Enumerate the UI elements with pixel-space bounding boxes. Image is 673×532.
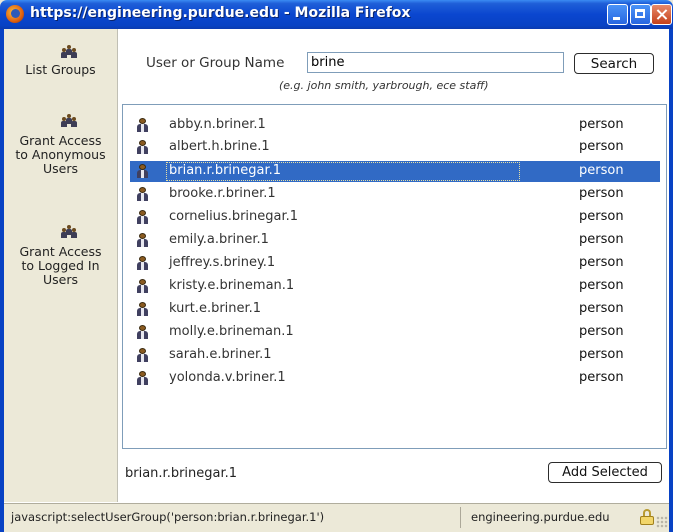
status-text: javascript:selectUserGroup('person:brian… <box>11 510 325 524</box>
add-selected-button[interactable]: Add Selected <box>548 462 662 483</box>
sidebar-item-label: Grant Access to Logged In Users <box>19 244 102 287</box>
list-item-type: person <box>579 255 624 270</box>
list-item-type: person <box>579 186 624 201</box>
list-item-name: brooke.r.briner.1 <box>169 186 276 201</box>
user-icon <box>137 279 148 294</box>
search-label: User or Group Name <box>146 55 285 71</box>
sidebar: List Groups Grant Access to Anonymous Us… <box>4 29 118 502</box>
list-item[interactable]: jeffrey.s.briney.1 person <box>130 253 660 274</box>
list-item-name: sarah.e.briner.1 <box>169 347 272 362</box>
window-title: https://engineering.purdue.edu - Mozilla… <box>30 5 411 21</box>
people-group-icon <box>53 225 77 239</box>
list-item-type: person <box>579 324 624 339</box>
title-bar[interactable]: https://engineering.purdue.edu - Mozilla… <box>0 0 673 29</box>
window-frame-right <box>669 29 673 532</box>
sidebar-item-grant-logged-in[interactable]: Grant Access to Logged In Users <box>4 225 117 287</box>
selected-value: brian.r.brinegar.1 <box>125 466 238 481</box>
list-item-type: person <box>579 370 624 385</box>
search-input[interactable] <box>307 52 564 73</box>
search-hint: (e.g. john smith, yarbrough, ece staff) <box>279 79 489 92</box>
user-icon <box>137 210 148 225</box>
list-item-type: person <box>579 301 624 316</box>
user-icon <box>137 325 148 340</box>
lock-icon[interactable] <box>640 509 654 525</box>
people-group-icon <box>53 114 77 128</box>
user-icon <box>137 118 148 133</box>
list-item[interactable]: abby.n.briner.1 person <box>130 115 660 136</box>
list-item-name: brian.r.brinegar.1 <box>166 162 520 181</box>
status-separator <box>460 507 461 528</box>
sidebar-item-label: Grant Access to Anonymous Users <box>15 133 106 176</box>
list-item[interactable]: yolonda.v.briner.1 person <box>130 368 660 389</box>
list-item[interactable]: kristy.e.brineman.1 person <box>130 276 660 297</box>
minimize-button[interactable] <box>607 4 628 25</box>
user-icon <box>137 348 148 363</box>
sidebar-item-grant-anonymous[interactable]: Grant Access to Anonymous Users <box>4 114 117 176</box>
list-item[interactable]: cornelius.brinegar.1 person <box>130 207 660 228</box>
list-item-name: kurt.e.briner.1 <box>169 301 262 316</box>
firefox-icon <box>6 5 24 23</box>
resize-grip-icon[interactable] <box>656 516 668 528</box>
list-item[interactable]: sarah.e.briner.1 person <box>130 345 660 366</box>
user-icon <box>137 302 148 317</box>
user-icon <box>137 164 148 179</box>
list-item[interactable]: albert.h.brine.1 person <box>130 137 660 158</box>
list-item-type: person <box>579 232 624 247</box>
list-item-name: emily.a.briner.1 <box>169 232 269 247</box>
close-button[interactable] <box>651 4 672 25</box>
list-item-name: albert.h.brine.1 <box>169 139 270 154</box>
list-item-name: kristy.e.brineman.1 <box>169 278 295 293</box>
list-item[interactable]: brooke.r.briner.1 person <box>130 184 660 205</box>
user-icon <box>137 233 148 248</box>
list-item[interactable]: kurt.e.briner.1 person <box>130 299 660 320</box>
user-icon <box>137 256 148 271</box>
sidebar-item-list-groups[interactable]: List Groups <box>4 45 117 77</box>
list-item-type: person <box>579 117 624 132</box>
sidebar-item-label: List Groups <box>25 62 96 77</box>
list-item-name: molly.e.brineman.1 <box>169 324 294 339</box>
results-list[interactable]: abby.n.briner.1 person albert.h.brine.1 … <box>122 104 667 449</box>
maximize-button[interactable] <box>630 4 651 25</box>
list-item-type: person <box>579 278 624 293</box>
user-icon <box>137 187 148 202</box>
list-item[interactable]: emily.a.briner.1 person <box>130 230 660 251</box>
list-item[interactable]: molly.e.brineman.1 person <box>130 322 660 343</box>
list-item-name: abby.n.briner.1 <box>169 117 266 132</box>
list-item-type: person <box>579 209 624 224</box>
list-item-selected[interactable]: brian.r.brinegar.1 person <box>130 161 660 182</box>
list-item-name: cornelius.brinegar.1 <box>169 209 299 224</box>
user-icon <box>137 140 148 155</box>
list-item-type: person <box>579 347 624 362</box>
list-item-type: person <box>579 139 624 154</box>
status-domain: engineering.purdue.edu <box>471 510 610 524</box>
people-group-icon <box>53 45 77 59</box>
user-icon <box>137 371 148 386</box>
search-button[interactable]: Search <box>574 53 654 74</box>
list-item-name: yolonda.v.briner.1 <box>169 370 286 385</box>
status-bar: javascript:selectUserGroup('person:brian… <box>4 503 669 532</box>
list-item-name: jeffrey.s.briney.1 <box>169 255 276 270</box>
browser-window: https://engineering.purdue.edu - Mozilla… <box>0 0 673 532</box>
list-item-type: person <box>579 163 624 178</box>
